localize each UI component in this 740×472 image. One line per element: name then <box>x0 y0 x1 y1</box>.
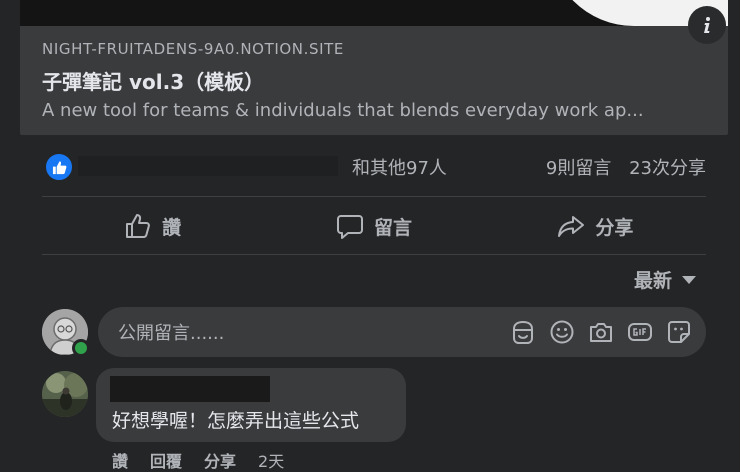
share-label: 分享 <box>595 216 634 239</box>
comment-timestamp[interactable]: 2天 <box>258 448 284 472</box>
like-button[interactable]: 讚 <box>42 198 263 254</box>
comment-text: 好想學喔！怎麼弄出這些公式 <box>112 410 360 432</box>
gif-button[interactable] <box>627 319 653 345</box>
gif-icon <box>628 323 652 341</box>
divider <box>42 196 706 197</box>
sticker-icon <box>668 321 690 343</box>
reaction-summary: 和其他97人 9則留言 23次分享 <box>42 148 706 184</box>
comment-reply-link[interactable]: 回覆 <box>150 448 182 472</box>
commenter-avatar[interactable] <box>42 371 88 417</box>
link-description: A new tool for teams & individuals that … <box>42 100 644 121</box>
link-domain: NIGHT-FRUITADENS-9A0.NOTION.SITE <box>42 40 344 58</box>
comment-count[interactable]: 9則留言 <box>546 158 611 179</box>
thumbs-up-icon <box>126 214 151 238</box>
comment-input[interactable] <box>116 307 500 359</box>
composer-tools <box>497 319 692 345</box>
like-label: 讚 <box>162 216 182 239</box>
current-user-avatar[interactable] <box>42 309 90 357</box>
action-bar: 讚 留言 分享 <box>42 198 706 254</box>
link-preview-image <box>20 0 728 26</box>
comment-share-link[interactable]: 分享 <box>204 448 236 472</box>
engagement-counts: 9則留言 23次分享 <box>534 154 706 180</box>
info-button[interactable] <box>688 6 726 44</box>
link-title: 子彈筆記 vol.3（模板） <box>42 70 265 94</box>
share-button[interactable]: 分享 <box>485 198 706 254</box>
sticker-button[interactable] <box>666 319 692 345</box>
info-icon <box>704 17 710 33</box>
online-status-indicator <box>72 339 90 357</box>
post: NIGHT-FRUITADENS-9A0.NOTION.SITE 子彈筆記 vo… <box>0 0 740 472</box>
commenter-name-redacted[interactable] <box>110 376 270 402</box>
commenter-photo <box>42 371 88 417</box>
comment-label: 留言 <box>373 216 412 239</box>
sort-label: 最新 <box>634 270 673 292</box>
divider <box>42 254 706 255</box>
comment-icon <box>336 215 363 239</box>
comment-button[interactable]: 留言 <box>263 198 484 254</box>
emoji-icon <box>550 320 574 344</box>
comment-like-link[interactable]: 讚 <box>112 448 128 472</box>
reaction-count[interactable]: 和其他97人 <box>352 154 447 180</box>
like-reaction-icon[interactable] <box>44 152 74 182</box>
comment-bubble[interactable]: 好想學喔！怎麼弄出這些公式 <box>96 368 406 442</box>
comment-actions: 讚 回覆 分享 2天 <box>112 448 306 472</box>
link-preview-card[interactable]: NIGHT-FRUITADENS-9A0.NOTION.SITE 子彈筆記 vo… <box>20 0 728 135</box>
camera-button[interactable] <box>588 319 614 345</box>
avatar-sticker-icon <box>513 320 533 344</box>
emoji-button[interactable] <box>549 319 575 345</box>
share-arrow-icon <box>558 216 585 237</box>
caret-down-icon <box>682 275 697 284</box>
avatar-sticker-button[interactable] <box>510 319 536 345</box>
reactor-names-redacted <box>78 156 338 176</box>
camera-icon <box>590 323 612 342</box>
comment-composer <box>98 307 706 359</box>
share-count[interactable]: 23次分享 <box>629 158 706 179</box>
comment-sort-dropdown[interactable]: 最新 <box>634 266 697 293</box>
